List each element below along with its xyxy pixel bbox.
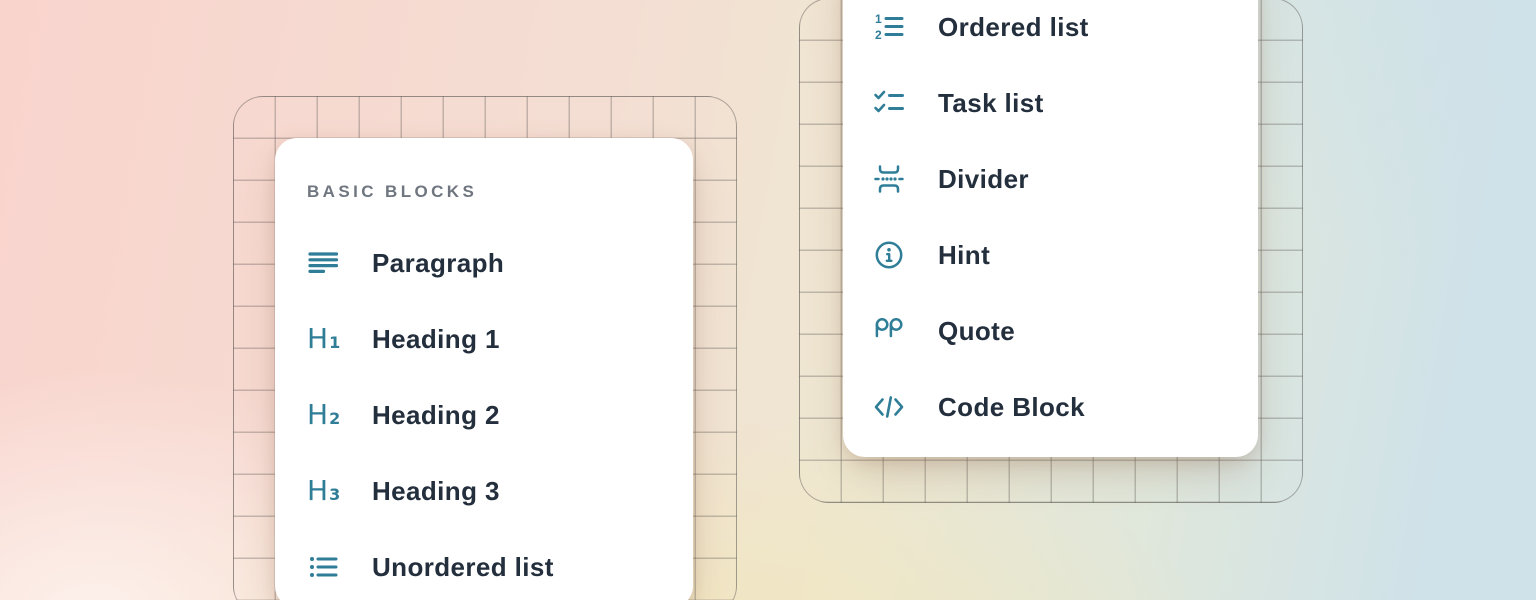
menu-item-heading-2[interactable]: H2 Heading 2 <box>307 377 693 453</box>
menu-item-task-list[interactable]: Task list <box>873 65 1258 141</box>
basic-blocks-menu: BASIC BLOCKS Paragraph H1 Heading 1 H2 <box>275 138 693 600</box>
menu-item-unordered-list[interactable]: Unordered list <box>307 529 693 600</box>
section-label: BASIC BLOCKS <box>307 182 693 202</box>
heading-icon-letter: H <box>307 325 328 353</box>
menu-item-hint[interactable]: Hint <box>873 217 1258 293</box>
menu-item-label: Paragraph <box>372 248 504 279</box>
paragraph-icon <box>307 247 341 279</box>
menu-item-label: Unordered list <box>372 552 554 583</box>
menu-item-heading-1[interactable]: H1 Heading 1 <box>307 301 693 377</box>
heading-3-icon: H3 <box>307 477 341 505</box>
heading-icon-sub: 3 <box>329 487 340 503</box>
heading-icon-letter: H <box>307 401 328 429</box>
task-list-icon <box>873 87 907 119</box>
menu-item-label: Ordered list <box>938 12 1089 43</box>
menu-item-label: Code Block <box>938 392 1085 423</box>
heading-icon-letter: H <box>307 477 328 505</box>
more-blocks-menu: 1 2 Ordered list Task list <box>843 0 1258 457</box>
hint-icon <box>873 239 907 271</box>
menu-item-label: Heading 2 <box>372 400 500 431</box>
basic-blocks-list: Paragraph H1 Heading 1 H2 Heading 2 H3 H… <box>307 225 693 600</box>
editor-blocks-hero: BASIC BLOCKS Paragraph H1 Heading 1 H2 <box>0 0 1536 600</box>
menu-item-paragraph[interactable]: Paragraph <box>307 225 693 301</box>
svg-text:1: 1 <box>875 12 882 26</box>
unordered-list-icon <box>307 551 341 583</box>
menu-item-label: Divider <box>938 164 1029 195</box>
heading-1-icon: H1 <box>307 325 341 353</box>
divider-icon <box>873 163 907 195</box>
menu-item-label: Hint <box>938 240 990 271</box>
menu-item-code-block[interactable]: Code Block <box>873 369 1258 445</box>
menu-item-divider[interactable]: Divider <box>873 141 1258 217</box>
code-block-icon <box>873 391 907 423</box>
menu-item-label: Task list <box>938 88 1044 119</box>
heading-icon-sub: 1 <box>329 335 340 351</box>
svg-text:2: 2 <box>875 28 882 42</box>
ordered-list-icon: 1 2 <box>873 11 907 43</box>
quote-icon <box>873 315 907 347</box>
menu-item-heading-3[interactable]: H3 Heading 3 <box>307 453 693 529</box>
heading-2-icon: H2 <box>307 401 341 429</box>
menu-item-ordered-list[interactable]: 1 2 Ordered list <box>873 0 1258 65</box>
menu-item-label: Quote <box>938 316 1015 347</box>
more-blocks-list: 1 2 Ordered list Task list <box>873 0 1258 445</box>
menu-item-label: Heading 3 <box>372 476 500 507</box>
menu-item-quote[interactable]: Quote <box>873 293 1258 369</box>
menu-item-label: Heading 1 <box>372 324 500 355</box>
heading-icon-sub: 2 <box>329 411 340 427</box>
